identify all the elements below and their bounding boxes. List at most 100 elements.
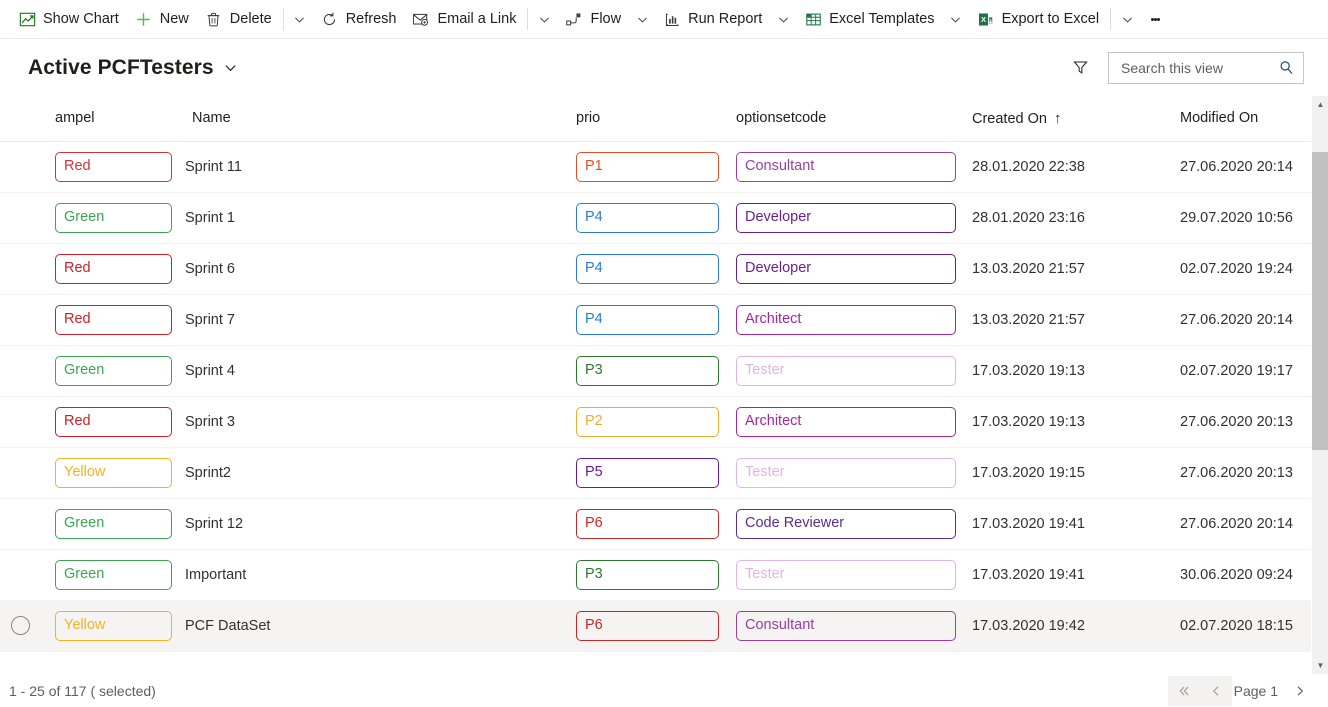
prio-field[interactable]: P1 [576,151,719,182]
search-box[interactable] [1108,51,1304,84]
row-select-cell[interactable] [0,141,42,193]
optionsetcode-field[interactable]: Architect [736,406,956,437]
cell-prio[interactable]: P1 [572,141,732,193]
vertical-scrollbar[interactable]: ▲ ▼ [1311,96,1328,674]
command-run-report[interactable]: Run Report [655,0,770,39]
previous-page-button[interactable] [1199,675,1232,706]
search-icon[interactable] [1278,59,1295,76]
table-row[interactable]: Green Sprint 1 P4 Developer 28.01.2020 23:16… [0,192,1311,244]
cell-optionsetcode[interactable]: Tester [732,549,972,601]
row-select-cell[interactable] [0,498,42,550]
filter-icon[interactable] [1064,52,1096,84]
cell-prio[interactable]: P3 [572,345,732,397]
optionsetcode-field[interactable]: Tester [736,457,956,488]
optionsetcode-field[interactable]: Architect [736,304,956,335]
ampel-field[interactable]: Yellow [55,610,172,641]
command-refresh[interactable]: Refresh [313,0,405,39]
cell-ampel[interactable]: Red [42,294,185,346]
command-flow-caret[interactable] [629,0,655,39]
search-input[interactable] [1119,58,1278,77]
ampel-field[interactable]: Green [55,355,172,386]
row-select-cell[interactable] [0,345,42,397]
column-header-select-all[interactable] [0,96,42,142]
cell-prio[interactable]: P4 [572,192,732,244]
cell-name[interactable]: Sprint 1 [185,192,572,244]
cell-ampel[interactable]: Green [42,549,185,601]
first-page-button[interactable] [1167,675,1200,706]
command-email-a-link[interactable]: Email a Link [404,0,524,39]
column-header-modified-on[interactable]: Modified On [1180,96,1311,142]
prio-field[interactable]: P6 [576,508,719,539]
row-select-cell[interactable] [0,600,42,652]
row-select-cell[interactable] [0,294,42,346]
command-flow[interactable]: Flow [557,0,629,39]
cell-name[interactable]: Sprint 4 [185,345,572,397]
prio-field[interactable]: P2 [576,406,719,437]
ampel-field[interactable]: Red [55,406,172,437]
prio-field[interactable]: P5 [576,457,719,488]
command-new[interactable]: New [127,0,197,39]
ampel-field[interactable]: Green [55,202,172,233]
next-page-button[interactable] [1284,676,1316,706]
optionsetcode-field[interactable]: Code Reviewer [736,508,956,539]
cell-ampel[interactable]: Yellow [42,600,185,652]
row-select-cell[interactable] [0,192,42,244]
cell-optionsetcode[interactable]: Architect [732,294,972,346]
cell-optionsetcode[interactable]: Consultant [732,141,972,193]
table-row[interactable]: Yellow PCF DataSet P6 Consultant 17.03.2020 … [0,600,1311,652]
cell-ampel[interactable]: Red [42,243,185,295]
cell-name[interactable]: Sprint 12 [185,498,572,550]
command-excel-templates[interactable]: Excel Templates [796,0,942,39]
row-select-cell[interactable] [0,447,42,499]
command-run-report-caret[interactable] [770,0,796,39]
scrollbar-thumb[interactable] [1312,152,1328,450]
cell-optionsetcode[interactable]: Developer [732,192,972,244]
cell-prio[interactable]: P6 [572,600,732,652]
prio-field[interactable]: P4 [576,304,719,335]
table-row[interactable]: Red Sprint 7 P4 Architect 13.03.2020 21:57 27… [0,294,1311,346]
table-row[interactable]: Red Sprint 6 P4 Developer 13.03.2020 21:57 02… [0,243,1311,295]
cell-prio[interactable]: P5 [572,447,732,499]
ampel-field[interactable]: Red [55,253,172,284]
cell-prio[interactable]: P3 [572,549,732,601]
optionsetcode-field[interactable]: Developer [736,253,956,284]
cell-prio[interactable]: P6 [572,498,732,550]
cell-ampel[interactable]: Green [42,498,185,550]
row-select-cell[interactable] [0,549,42,601]
column-header-created-on[interactable]: Created On ↑ [972,96,1180,142]
table-row[interactable]: Yellow Sprint2 P5 Tester 17.03.2020 19:15 27.… [0,447,1311,499]
table-row[interactable]: Red Sprint 3 P2 Architect 17.03.2020 19:13 27… [0,396,1311,448]
cell-name[interactable]: Sprint2 [185,447,572,499]
ampel-field[interactable]: Green [55,559,172,590]
command-show-chart[interactable]: Show Chart [10,0,127,39]
cell-name[interactable]: PCF DataSet [185,600,572,652]
column-header-ampel[interactable]: ampel [42,96,185,142]
command-delete-caret[interactable] [287,0,313,39]
scroll-up-arrow-icon[interactable]: ▲ [1312,96,1328,113]
table-row[interactable]: Red Sprint 11 P1 Consultant 28.01.2020 22:38… [0,141,1311,193]
prio-field[interactable]: P3 [576,559,719,590]
optionsetcode-field[interactable]: Tester [736,355,956,386]
scroll-down-arrow-icon[interactable]: ▼ [1312,657,1328,674]
command-email-a-link-caret[interactable] [531,0,557,39]
prio-field[interactable]: P4 [576,253,719,284]
cell-name[interactable]: Sprint 6 [185,243,572,295]
command-export-to-excel[interactable]: X Export to Excel [969,0,1108,39]
optionsetcode-field[interactable]: Developer [736,202,956,233]
table-row[interactable]: Green Important P3 Tester 17.03.2020 19:41 30… [0,549,1311,601]
view-selector[interactable]: Active PCFTesters [28,56,238,80]
cell-ampel[interactable]: Green [42,345,185,397]
optionsetcode-field[interactable]: Consultant [736,610,956,641]
column-header-prio[interactable]: prio [572,96,732,142]
cell-ampel[interactable]: Yellow [42,447,185,499]
row-select-cell[interactable] [0,396,42,448]
more-commands-ellipsis-icon[interactable] [1140,0,1170,39]
ampel-field[interactable]: Red [55,151,172,182]
row-select-radio[interactable] [11,616,30,635]
command-delete[interactable]: Delete [197,0,280,39]
optionsetcode-field[interactable]: Consultant [736,151,956,182]
ampel-field[interactable]: Green [55,508,172,539]
cell-name[interactable]: Sprint 11 [185,141,572,193]
prio-field[interactable]: P3 [576,355,719,386]
cell-optionsetcode[interactable]: Architect [732,396,972,448]
